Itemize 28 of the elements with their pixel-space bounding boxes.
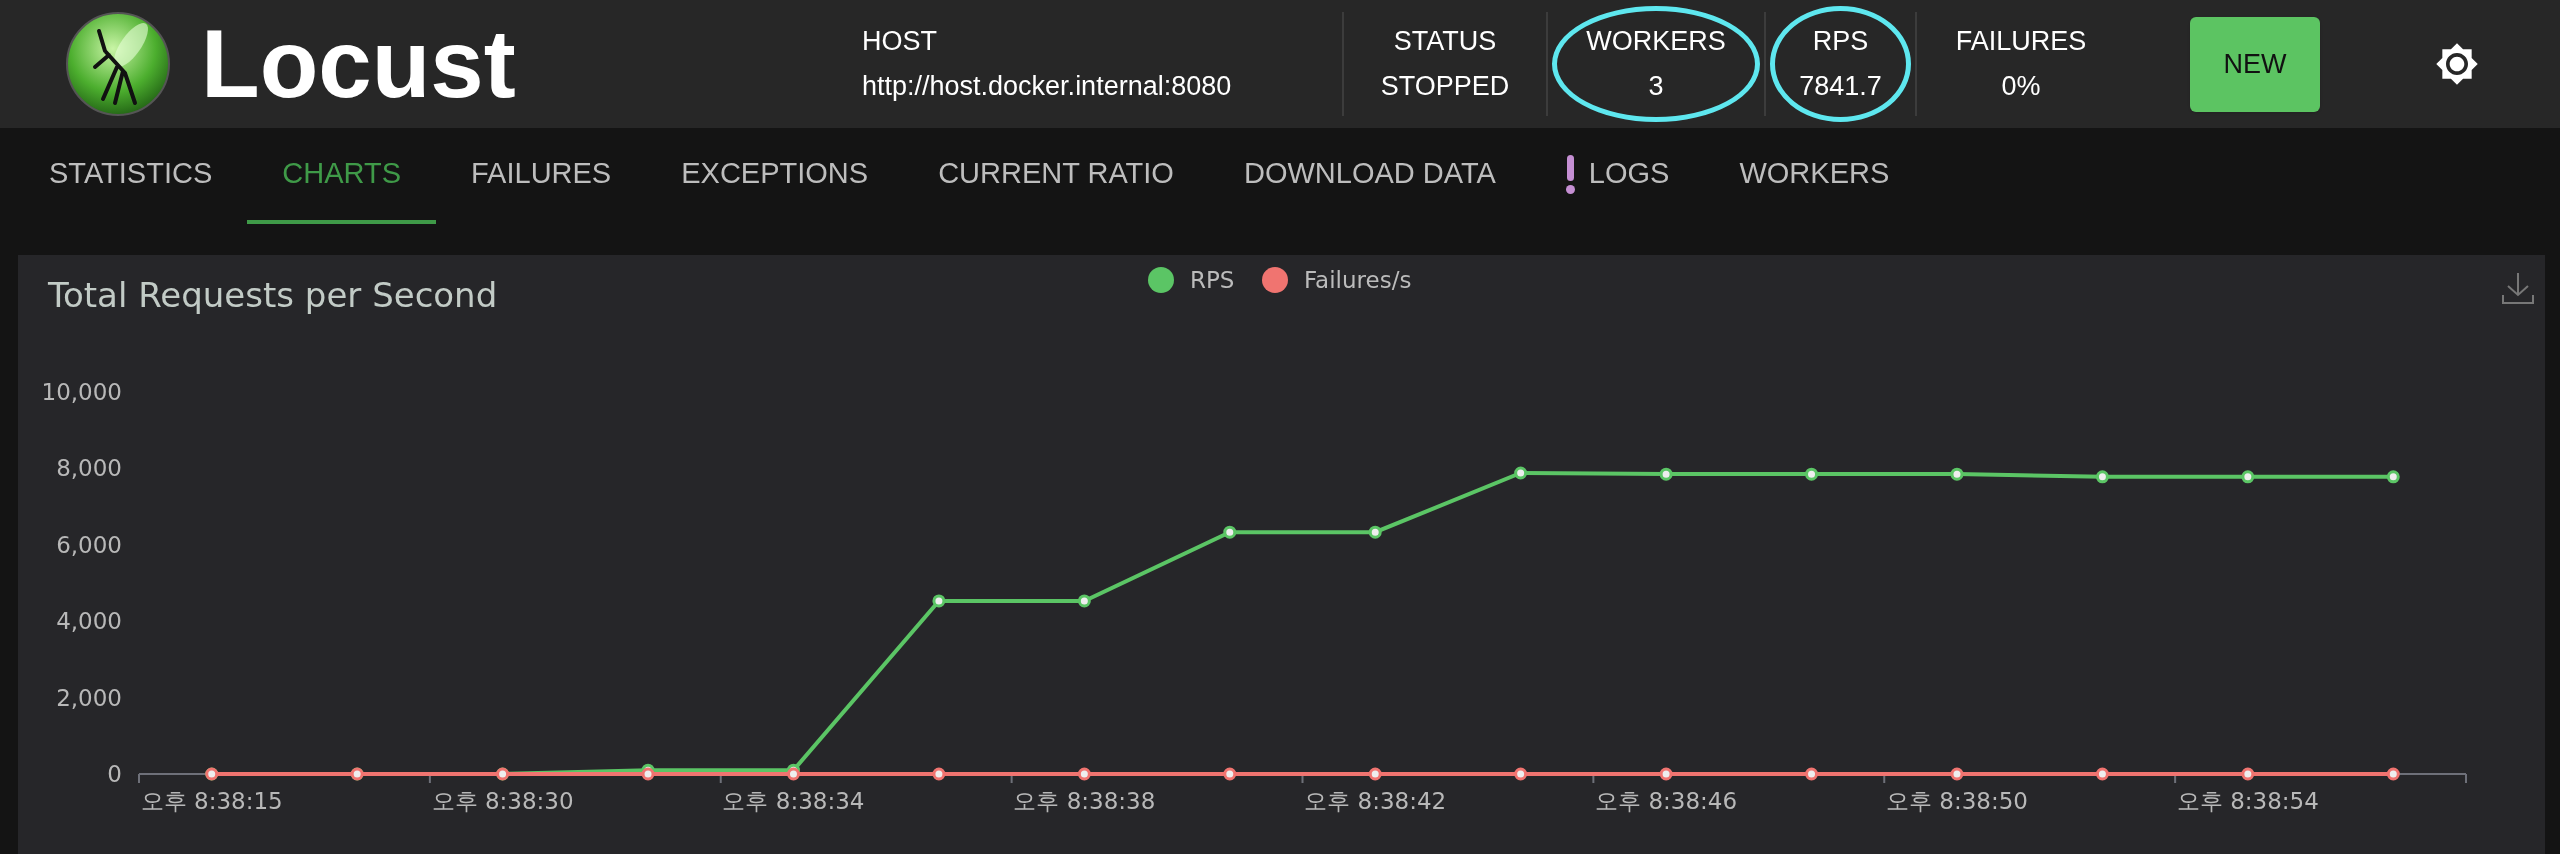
y-axis-label: 2,000 — [56, 684, 122, 711]
stat-label: STATUS — [1393, 28, 1497, 55]
legend-label: Failures/s — [1304, 267, 1412, 293]
stat-value: 3 — [1648, 73, 1664, 100]
x-axis-label: 오후 8:38:42 — [1304, 788, 1447, 814]
stat-value: http://host.docker.internal:8080 — [862, 73, 1233, 100]
stat-value: 0% — [2001, 73, 2041, 100]
legend-label: RPS — [1190, 267, 1235, 293]
x-axis-label: 오후 8:38:46 — [1595, 788, 1738, 814]
y-axis-label: 6,000 — [56, 531, 122, 558]
x-axis-label: 오후 8:38:34 — [722, 788, 865, 814]
stat-label: RPS — [1812, 28, 1869, 55]
x-axis-label: 오후 8:38:54 — [2176, 788, 2319, 814]
x-axis-label: 오후 8:38:30 — [431, 788, 574, 814]
app-title: Locust — [201, 16, 516, 112]
y-axis-label: 0 — [107, 761, 122, 787]
y-axis-label: 8,000 — [56, 455, 122, 482]
x-axis-label: 오후 8:38:38 — [1013, 788, 1156, 814]
x-axis-label: 오후 8:38:50 — [1886, 788, 2028, 814]
y-axis-label: 4,000 — [56, 608, 122, 635]
stat-value: STOPPED — [1380, 73, 1510, 100]
y-axis-label: 10,000 — [41, 379, 122, 405]
stat-value: 7841.7 — [1799, 73, 1882, 100]
stat-label: HOST — [862, 28, 938, 55]
stat-label: WORKERS — [1586, 28, 1726, 55]
chart-title: Total Requests per Second — [48, 275, 498, 315]
stat-label: FAILURES — [1955, 28, 2087, 55]
x-axis-label: 오후 8:38:15 — [140, 788, 283, 814]
